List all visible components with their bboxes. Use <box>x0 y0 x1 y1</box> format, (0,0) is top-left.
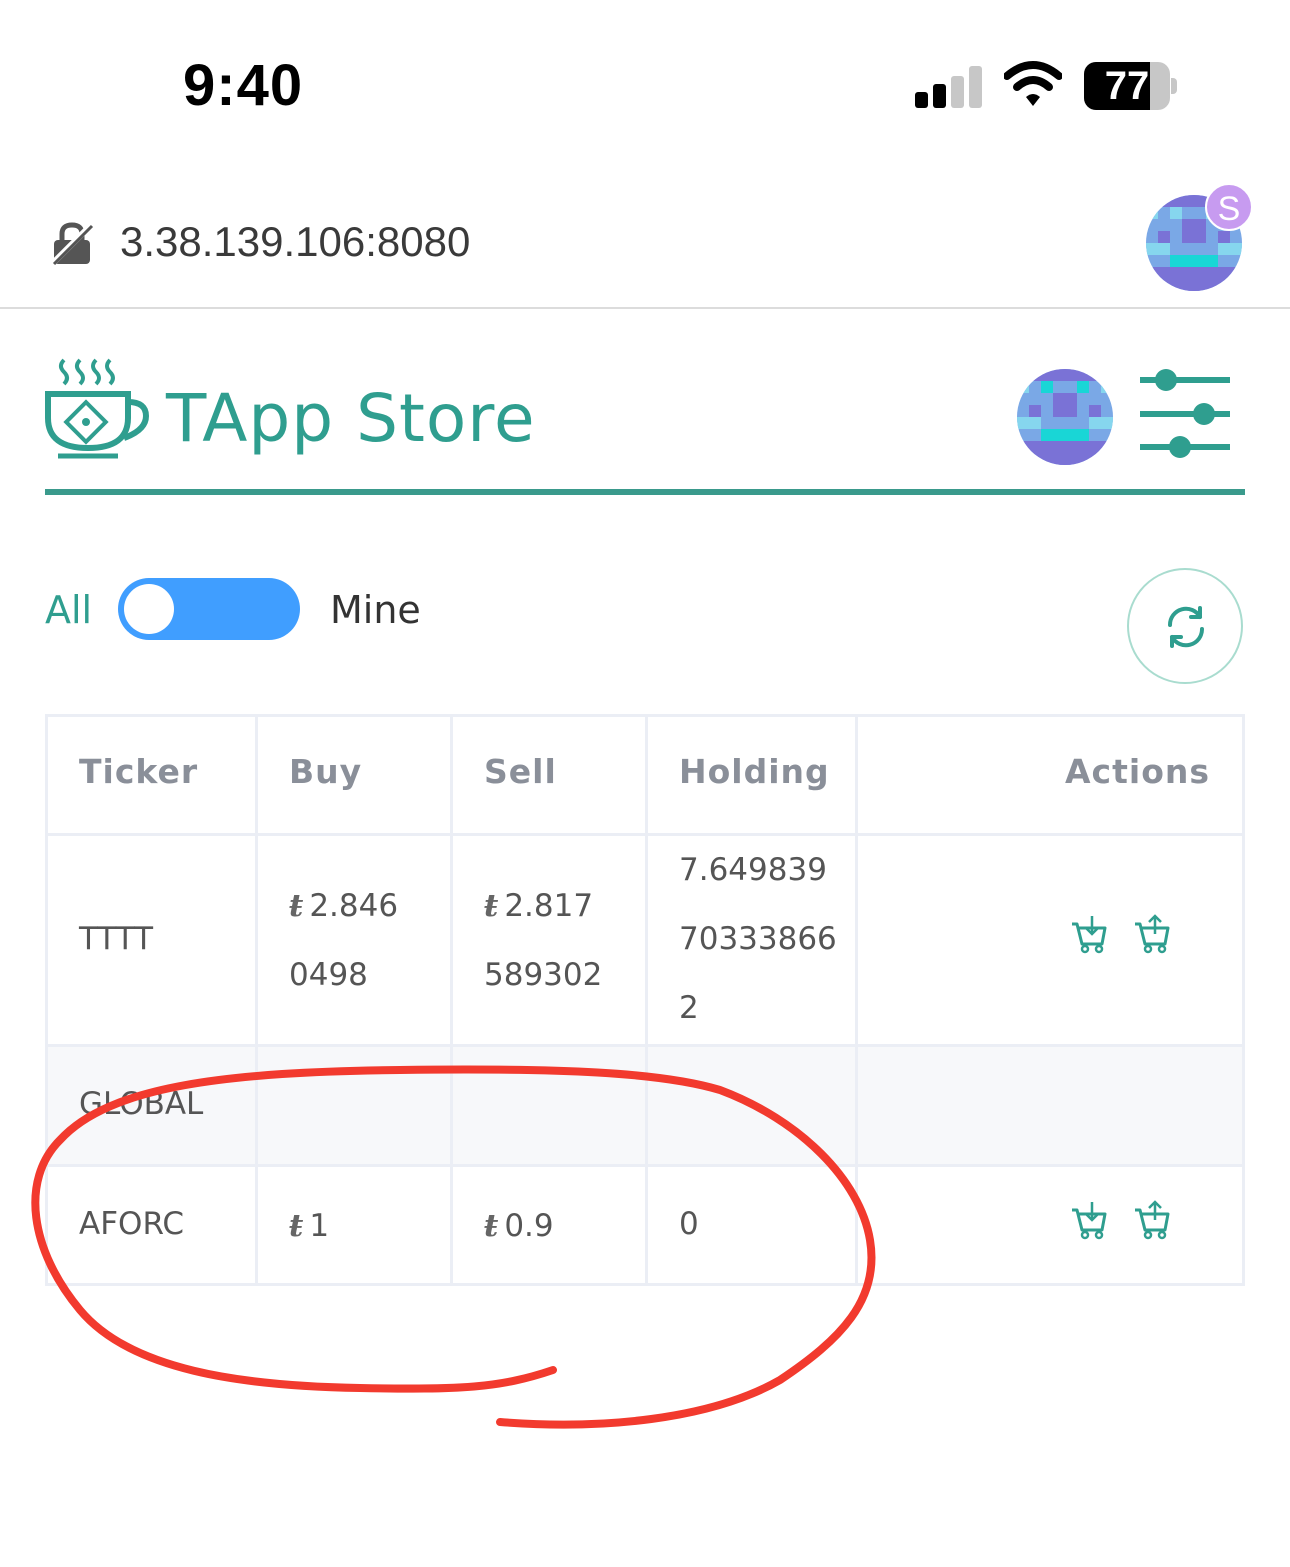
sliders-icon[interactable] <box>1138 368 1232 460</box>
col-divider <box>645 714 648 1286</box>
row-divider <box>45 833 1245 836</box>
currency-symbol: ŧ <box>289 1208 304 1244</box>
currency-symbol: ŧ <box>484 1208 499 1244</box>
sell-price: 0.9 <box>504 1208 554 1244</box>
row-divider <box>45 1044 1245 1047</box>
header-sell[interactable]: Sell <box>484 752 557 791</box>
col-divider <box>855 714 858 1286</box>
currency-symbol: ŧ <box>484 888 499 924</box>
buy-price-line1: 2.846 <box>309 888 399 924</box>
buy-cart-icon[interactable] <box>1070 1200 1108 1240</box>
profile-badge[interactable]: S <box>1205 183 1253 231</box>
sell-price-line2: 589302 <box>484 957 603 993</box>
currency-symbol: ŧ <box>289 888 304 924</box>
sell-cart-icon[interactable] <box>1133 1200 1171 1240</box>
address-bar-divider <box>0 307 1290 309</box>
col-divider <box>255 714 258 1286</box>
header-rule <box>45 489 1245 495</box>
filter-all-label[interactable]: All <box>45 588 92 632</box>
buy-price: 1 <box>309 1208 330 1244</box>
sell-price-cell: ŧ 0.9 <box>484 1192 554 1261</box>
buy-cart-icon[interactable] <box>1070 914 1108 954</box>
buy-price-cell: ŧ1 <box>289 1192 329 1261</box>
app-title: TApp Store <box>166 380 536 457</box>
header-holding[interactable]: Holding <box>679 752 830 791</box>
header-actions: Actions <box>1065 752 1210 791</box>
holding-line2: 70333866 <box>679 921 837 957</box>
battery-icon: 77 <box>1084 62 1170 110</box>
holding-cell: 0 <box>679 1206 699 1242</box>
tapp-table: Ticker Buy Sell Holding Actions TTTT ŧ 2.… <box>45 714 1245 1286</box>
status-time: 9:40 <box>183 53 304 118</box>
ticker-cell: AFORC <box>79 1206 185 1242</box>
cellular-signal-icon <box>915 66 983 108</box>
toggle-knob[interactable] <box>124 584 174 634</box>
wifi-icon <box>1004 61 1062 106</box>
header-ticker[interactable]: Ticker <box>79 752 198 791</box>
header-buy[interactable]: Buy <box>289 752 362 791</box>
buy-price-line2: 0498 <box>289 957 368 993</box>
col-divider <box>450 714 453 1286</box>
ticker-cell: TTTT <box>79 921 154 957</box>
holding-line3: 2 <box>679 990 699 1026</box>
holding-cell: 7.649839 70333866 2 <box>679 836 849 1043</box>
sell-price-line1: 2.817 <box>504 888 594 924</box>
refresh-button[interactable] <box>1127 568 1243 684</box>
not-secure-lock-icon[interactable] <box>50 222 96 266</box>
battery-level: 77 <box>1104 64 1150 108</box>
account-avatar[interactable] <box>1017 369 1113 465</box>
group-label: GLOBAL <box>79 1086 204 1122</box>
row-divider <box>45 1164 1245 1167</box>
all-mine-toggle[interactable] <box>118 578 300 640</box>
holding-line1: 7.649839 <box>679 852 827 888</box>
sell-cart-icon[interactable] <box>1133 914 1171 954</box>
tea-cup-chip-icon <box>45 358 150 459</box>
filter-mine-label[interactable]: Mine <box>330 588 421 632</box>
battery-tip <box>1171 78 1177 94</box>
refresh-icon <box>1167 606 1205 648</box>
buy-price-cell: ŧ 2.846 0498 <box>289 872 439 1010</box>
url-text[interactable]: 3.38.139.106:8080 <box>120 218 470 266</box>
sell-price-cell: ŧ 2.817 589302 <box>484 872 634 1010</box>
